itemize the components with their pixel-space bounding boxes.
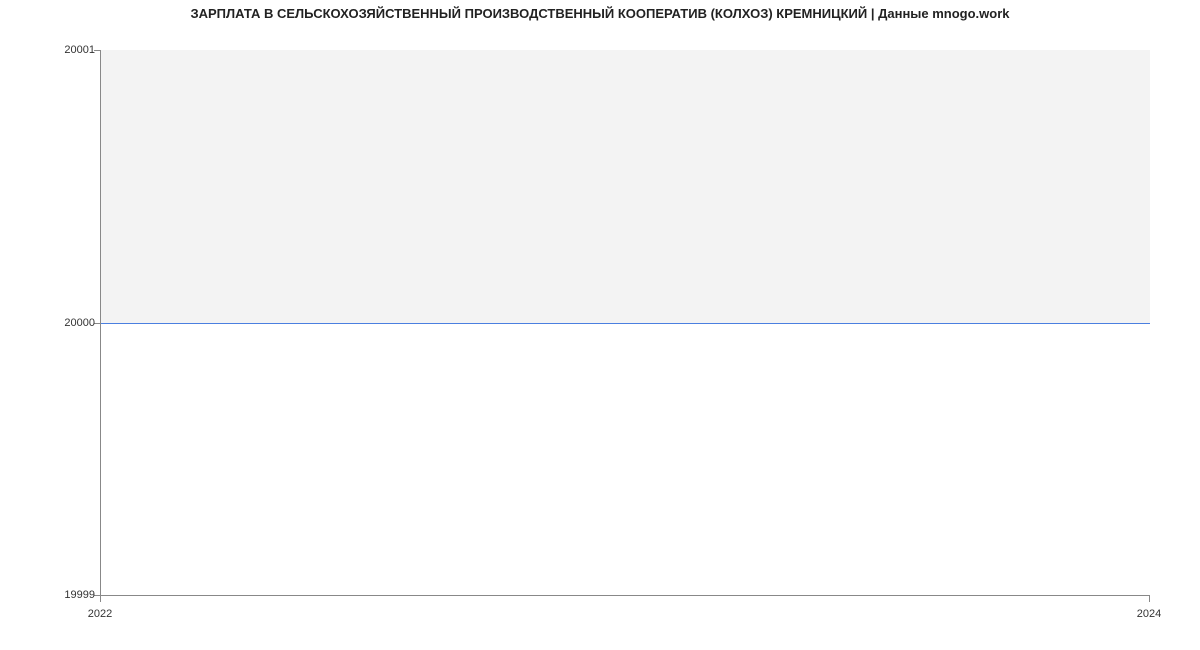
y-axis-label: 20000 [64, 317, 95, 329]
y-axis-label: 20001 [64, 44, 95, 56]
y-axis-label: 19999 [64, 589, 95, 601]
x-tick [100, 596, 101, 602]
x-tick [1149, 596, 1150, 602]
data-line [101, 323, 1150, 324]
x-axis-label: 2024 [1137, 608, 1161, 620]
area-fill [101, 50, 1150, 323]
plot-area [100, 50, 1150, 596]
chart-title: ЗАРПЛАТА В СЕЛЬСКОХОЗЯЙСТВЕННЫЙ ПРОИЗВОД… [0, 6, 1200, 21]
salary-chart: ЗАРПЛАТА В СЕЛЬСКОХОЗЯЙСТВЕННЫЙ ПРОИЗВОД… [0, 0, 1200, 650]
x-axis-label: 2022 [88, 608, 112, 620]
